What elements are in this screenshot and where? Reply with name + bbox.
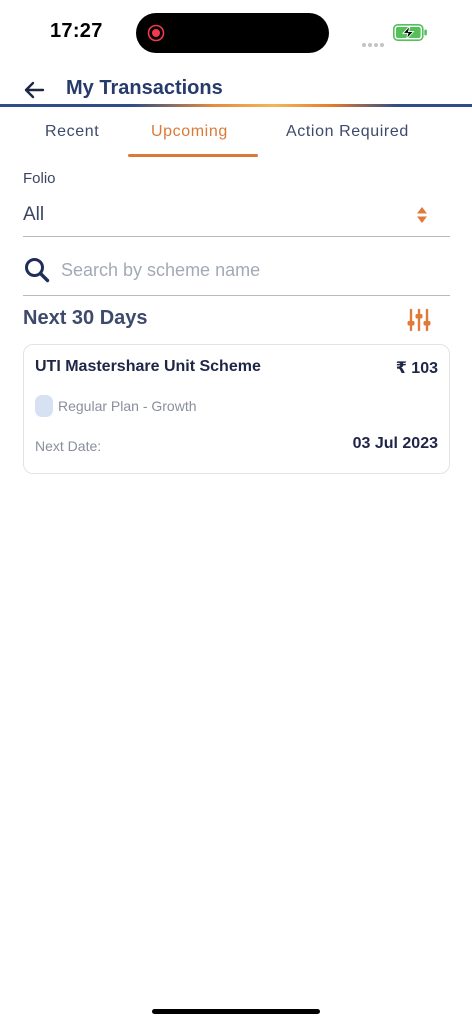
- next-date-label: Next Date:: [35, 438, 102, 454]
- dynamic-island: [136, 13, 329, 53]
- plan-label: Regular Plan - Growth: [58, 398, 197, 414]
- signal-icon: [362, 34, 386, 52]
- search-input[interactable]: [61, 255, 441, 285]
- tab-action-required[interactable]: Action Required: [286, 123, 409, 141]
- plan-badge-icon: [35, 395, 53, 417]
- folio-selected-value: All: [23, 204, 45, 225]
- back-arrow-icon[interactable]: [22, 78, 46, 102]
- folio-label: Folio: [23, 170, 56, 187]
- next-date-value: 03 Jul 2023: [352, 435, 438, 452]
- home-indicator: [152, 1009, 320, 1014]
- search-bar: [23, 250, 450, 296]
- status-bar: 17:27: [0, 0, 472, 64]
- transaction-amount: ₹ 103: [395, 360, 438, 377]
- tab-recent[interactable]: Recent: [45, 123, 99, 141]
- status-time: 17:27: [50, 20, 103, 42]
- recording-icon: [147, 24, 165, 42]
- sort-updown-icon: [417, 207, 427, 223]
- page-title: My Transactions: [66, 77, 223, 99]
- scheme-name: UTI Mastershare Unit Scheme: [35, 358, 261, 375]
- search-icon: [25, 258, 50, 283]
- tab-upcoming[interactable]: Upcoming: [151, 123, 228, 141]
- folio-dropdown[interactable]: All: [23, 200, 450, 237]
- header-divider: [0, 104, 472, 107]
- section-title: Next 30 Days: [23, 307, 148, 329]
- battery-icon: [393, 24, 427, 41]
- transaction-tabs: Recent Upcoming Action Required: [0, 112, 472, 160]
- sliders-icon[interactable]: [406, 308, 432, 332]
- app-header: My Transactions: [0, 70, 472, 106]
- active-tab-indicator: [128, 154, 258, 157]
- transaction-card[interactable]: UTI Mastershare Unit Scheme ₹ 103 Regula…: [23, 344, 450, 474]
